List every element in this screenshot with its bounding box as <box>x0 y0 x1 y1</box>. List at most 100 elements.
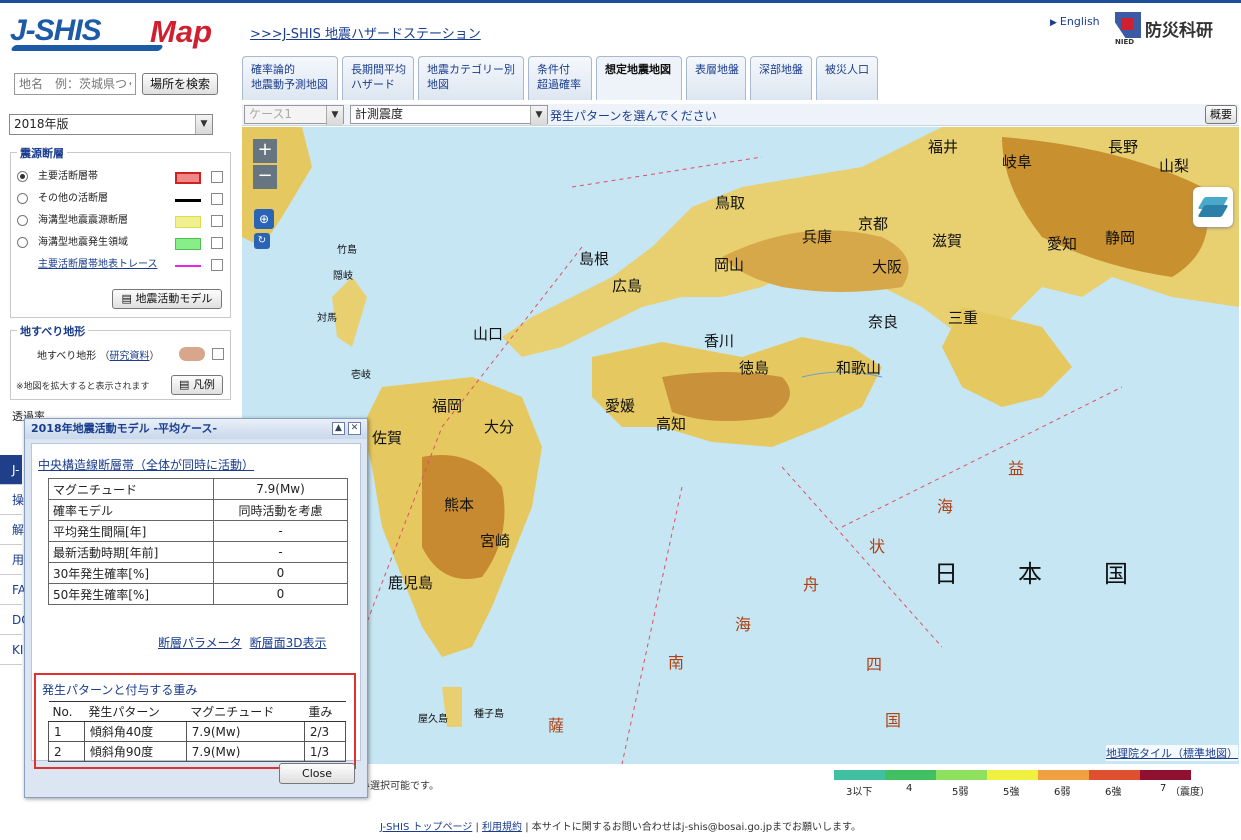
map-canvas[interactable]: + − ⊕ ↻ 福井 岐阜 長野 山梨 鳥取 兵庫 京都 滋賀 島根 岡山 大阪… <box>242 127 1239 764</box>
fault-checkbox[interactable] <box>211 215 223 227</box>
station-link[interactable]: >>>J-SHIS 地震ハザードステーション <box>250 23 481 42</box>
fault-checkbox[interactable] <box>211 237 223 249</box>
param-label: 50年発生確率[%] <box>48 583 214 605</box>
english-label: English <box>1059 15 1100 28</box>
island-label: 屋久島 <box>418 714 448 725</box>
fault-swatch <box>175 216 201 228</box>
layers-icon[interactable] <box>1193 187 1233 227</box>
pref-label: 静岡 <box>1105 229 1136 247</box>
sidenav-item[interactable]: 用 <box>0 545 24 575</box>
fault-row-other[interactable]: その他の活断層 <box>17 191 227 207</box>
radio-major[interactable] <box>17 171 28 182</box>
pattern-mag: 7.9(Mw) <box>185 741 305 762</box>
fault-row-trench-source[interactable]: 海溝型地震震源断層 <box>17 213 227 229</box>
seismic-model-button[interactable]: ▤ 地震活動モデル <box>112 289 222 309</box>
param-table: マグニチュード 7.9(Mw) 確率モデル 同時活動を考慮 平均発生間隔[年] - 最… <box>48 478 348 605</box>
search-input[interactable] <box>14 73 136 95</box>
intensity-select[interactable]: 計測震度 ▼ <box>350 105 548 125</box>
ocean-char: 本 <box>1018 560 1044 588</box>
tab-category[interactable]: 地震カテゴリー別 地図 <box>418 56 524 100</box>
fault-row-trace[interactable]: 主要活断層帯地表トレース <box>17 257 227 273</box>
gsi-tile-link[interactable]: 地理院タイル（標準地図） <box>1106 745 1238 761</box>
tab-long-term[interactable]: 長期間平均 ハザード <box>342 56 414 100</box>
sidenav-item[interactable]: KI <box>0 635 23 665</box>
version-select[interactable]: 2018年版 ▼ <box>9 114 213 135</box>
tab-deep[interactable]: 深部地盤 <box>750 56 812 100</box>
pattern-name: 傾斜角90度 <box>83 741 187 762</box>
footer-terms-link[interactable]: 利用規約 <box>482 822 522 833</box>
fault-checkbox[interactable] <box>211 171 223 183</box>
research-link[interactable]: 研究資料 <box>110 351 150 362</box>
param-value: - <box>213 541 348 563</box>
scale-label: 5弱 <box>952 787 969 798</box>
search-button[interactable]: 場所を検索 <box>142 73 218 95</box>
param-value: - <box>213 520 348 542</box>
col-weight: 重み <box>304 701 346 722</box>
param-value: 0 <box>213 583 348 605</box>
landslide-checkbox[interactable] <box>212 348 224 360</box>
fault-panel-title: 震源断層 <box>17 145 67 161</box>
intensity-value: 計測震度 <box>355 107 404 121</box>
fault-links: 断層パラメータ 断層面3D表示 <box>158 634 335 651</box>
tab-scenario[interactable]: 想定地震地図 <box>596 56 682 100</box>
col-pattern: 発生パターン <box>84 701 187 722</box>
pattern-weight: 1/3 <box>303 741 347 762</box>
trace-link[interactable]: 主要活断層帯地表トレース <box>38 257 158 273</box>
close-icon[interactable]: ✕ <box>348 422 361 435</box>
zoom-out-button[interactable]: − <box>253 165 277 189</box>
jshis-map-logo[interactable]: J-SHIS Map <box>10 14 235 56</box>
legend-button[interactable]: ▤ 凡例 <box>171 375 223 395</box>
pref-label: 山口 <box>473 325 504 343</box>
pref-label: 鳥取 <box>715 194 746 212</box>
scale-label: 7 <box>1160 783 1167 794</box>
fault-swatch <box>175 238 201 250</box>
english-link[interactable]: ▶ English <box>1050 15 1100 28</box>
tab-surface[interactable]: 表層地盤 <box>686 56 746 100</box>
paren-close: ） <box>149 351 160 362</box>
fault-parameter-link[interactable]: 断層パラメータ <box>158 636 242 650</box>
sidenav-item[interactable]: 操 <box>0 485 24 515</box>
fault-name-link[interactable]: 中央構造線断層帯（全体が同時に活動） <box>38 456 254 473</box>
sidenav-item[interactable]: FA <box>0 575 26 605</box>
radio-other[interactable] <box>17 193 28 204</box>
nied-logo[interactable]: NIED 防災科研 <box>1115 12 1235 46</box>
dialog-title[interactable]: 2018年地震活動モデル -平均ケース- <box>25 419 367 439</box>
collapse-icon[interactable]: ▲ <box>332 422 345 435</box>
refresh-icon[interactable]: ↻ <box>254 233 270 249</box>
org-name: 防災科研 <box>1145 21 1213 41</box>
pref-label: 兵庫 <box>802 228 833 246</box>
param-value: 0 <box>213 562 348 584</box>
pattern-no: 2 <box>48 741 85 762</box>
param-label: 最新活動時期[年前] <box>48 541 214 563</box>
fault-checkbox[interactable] <box>211 193 223 205</box>
case-select[interactable]: ケース1 ▼ <box>244 105 344 125</box>
table-row: 1 傾斜角40度 7.9(Mw) 2/3 <box>48 721 347 742</box>
island-label: 種子島 <box>474 709 504 720</box>
tab-conditional[interactable]: 条件付 超過確率 <box>528 56 592 100</box>
scale-label: 3以下 <box>846 787 873 798</box>
fault-3d-link[interactable]: 断層面3D表示 <box>250 636 327 650</box>
fault-checkbox[interactable] <box>211 259 223 271</box>
pattern-hint: 発生パターンを選んでください <box>550 109 717 123</box>
sidenav-item[interactable]: J- <box>0 455 22 485</box>
pref-label: 大分 <box>484 418 515 436</box>
close-button[interactable]: Close <box>279 763 355 784</box>
fault-row-trench-area[interactable]: 海溝型地震発生領域 <box>17 235 227 251</box>
seismic-model-dialog: 2018年地震活動モデル -平均ケース- ▲ ✕ 中央構造線断層帯（全体が同時に… <box>24 418 368 798</box>
pref-label: 大阪 <box>872 258 903 276</box>
sidenav-item[interactable]: DO <box>0 605 31 635</box>
pref-label: 熊本 <box>444 496 475 514</box>
tab-probabilistic[interactable]: 確率論的 地震動予測地図 <box>242 56 338 100</box>
radio-trench-area[interactable] <box>17 237 28 248</box>
fault-row-major[interactable]: 主要活断層帯 <box>17 169 227 185</box>
pref-label: 岡山 <box>714 256 745 274</box>
overview-button[interactable]: 概要 <box>1205 105 1237 124</box>
param-label: 平均発生間隔[年] <box>48 520 214 542</box>
globe-icon[interactable]: ⊕ <box>254 209 274 229</box>
zoom-in-button[interactable]: + <box>253 139 277 163</box>
radio-trench-source[interactable] <box>17 215 28 226</box>
tab-population[interactable]: 被災人口 <box>816 56 878 100</box>
sidenav-item[interactable]: 解 <box>0 515 24 545</box>
footer-top-link[interactable]: J-SHIS トップページ <box>380 822 472 833</box>
scale-swatch <box>1140 770 1191 780</box>
